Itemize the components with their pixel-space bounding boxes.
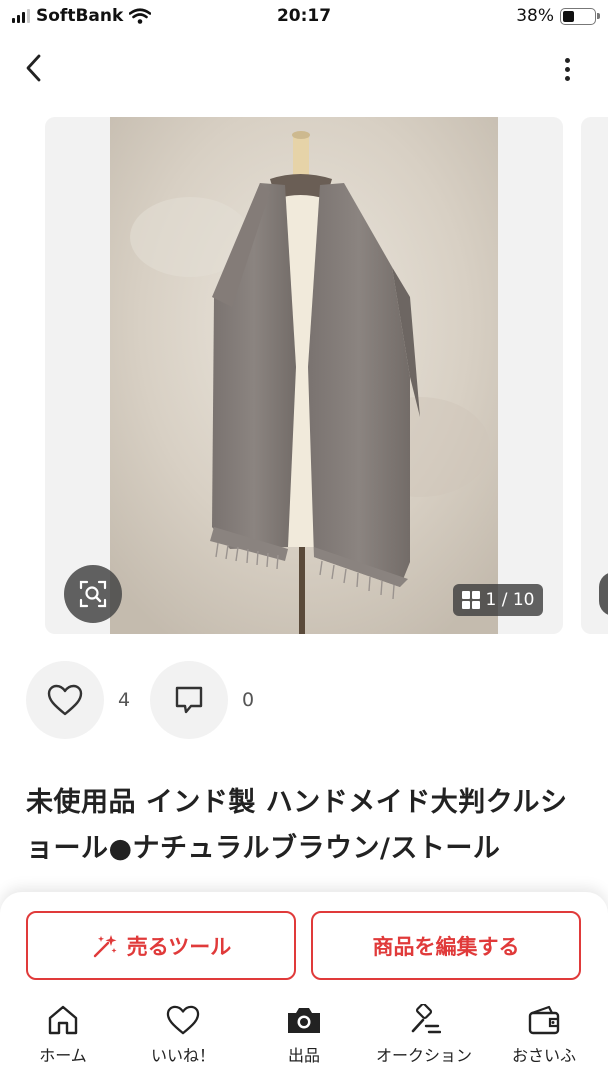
item-actions: 4 0	[0, 661, 608, 739]
more-options-button[interactable]	[552, 52, 582, 86]
tab-wallet[interactable]: おさいふ	[484, 1004, 604, 1066]
auction-gavel-icon	[411, 1004, 441, 1034]
edit-item-label: 商品を編集する	[372, 934, 520, 959]
more-vertical-icon	[564, 57, 570, 63]
sparkle-wand-icon	[93, 934, 117, 957]
sell-tool-label: 売るツール	[126, 934, 232, 959]
photo-card[interactable]	[45, 117, 563, 634]
heart-icon	[166, 1005, 200, 1035]
tab-sell[interactable]: 出品	[244, 1004, 364, 1066]
battery-level	[563, 10, 575, 22]
comment-count: 0	[242, 689, 255, 711]
chevron-left-icon	[26, 54, 41, 82]
battery-icon	[560, 7, 600, 25]
back-button[interactable]	[16, 50, 52, 86]
image-search-button[interactable]	[64, 565, 122, 623]
tab-home-label: ホーム	[39, 1046, 87, 1065]
image-search-icon	[79, 580, 107, 608]
shawl-on-mannequin-image	[110, 117, 498, 634]
tab-home[interactable]: ホーム	[3, 1004, 123, 1066]
sell-tool-button[interactable]: 売るツール	[26, 911, 296, 980]
image-gallery[interactable]: 1 / 10	[0, 117, 608, 635]
tab-likes-label: いいね！	[150, 1046, 215, 1065]
battery-percent: 38%	[516, 6, 554, 26]
comment-button[interactable]	[150, 661, 228, 739]
tab-auction-label: オークション	[375, 1046, 472, 1065]
comment-icon	[175, 686, 203, 714]
wallet-icon	[528, 1005, 560, 1035]
like-count: 4	[118, 689, 131, 711]
heart-icon	[47, 684, 83, 716]
photo-counter-button[interactable]: 1 / 10	[453, 584, 543, 616]
edit-item-button[interactable]: 商品を編集する	[311, 911, 581, 980]
status-bar: SoftBank 20:17 38%	[0, 0, 608, 34]
tab-sell-label: 出品	[287, 1046, 320, 1065]
tab-wallet-label: おさいふ	[511, 1046, 576, 1065]
item-title: 未使用品 インド製 ハンドメイド大判クルショール●ナチュラルブラウン/ストール	[26, 787, 568, 864]
product-photo[interactable]	[110, 117, 498, 634]
camera-icon	[288, 1008, 320, 1033]
photo-counter-text: 1 / 10	[485, 590, 535, 610]
tab-auction[interactable]: オークション	[364, 1004, 484, 1066]
bottom-action-panel: 売るツール 商品を編集する ホーム いいね！ 出品 オークション おさいふ	[0, 892, 608, 1080]
tab-likes[interactable]: いいね！	[123, 1004, 243, 1066]
bottom-tab-bar: ホーム いいね！ 出品 オークション おさいふ	[0, 1004, 608, 1080]
top-navigation	[0, 40, 608, 96]
home-icon	[48, 1005, 78, 1035]
next-photo-card[interactable]	[581, 117, 608, 634]
like-button[interactable]	[26, 661, 104, 739]
grid-icon	[461, 591, 480, 609]
battery-status: 38%	[516, 6, 600, 26]
